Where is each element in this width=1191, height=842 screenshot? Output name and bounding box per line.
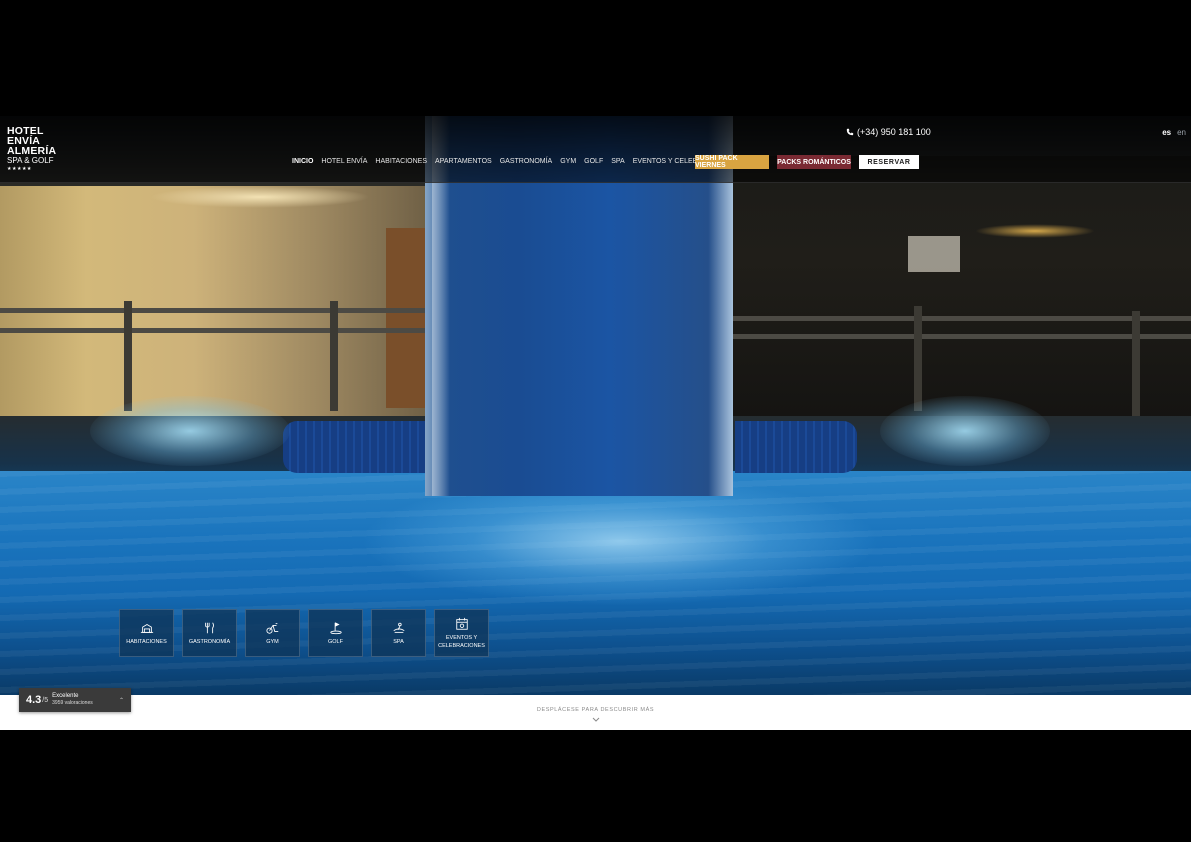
chevron-down-icon[interactable] bbox=[592, 717, 600, 723]
hero-wall-light bbox=[975, 224, 1095, 238]
hero-wall-right bbox=[725, 156, 1191, 416]
site-header: HOTEL ENVÍA ALMERÍA SPA & GOLF ★★★★★ (+3… bbox=[0, 116, 1191, 183]
language-switcher: es en bbox=[1162, 128, 1186, 137]
hero-fountain-base-left bbox=[283, 421, 433, 473]
hero-railing-left-bottom bbox=[0, 328, 428, 333]
hero-wall-sign bbox=[908, 236, 960, 272]
tile-golf[interactable]: GOLF bbox=[308, 609, 363, 657]
tile-label: EVENTOS Y CELEBRACIONES bbox=[438, 634, 485, 649]
tile-label: SPA bbox=[393, 638, 404, 645]
hero-railing-post bbox=[330, 301, 338, 411]
lang-en[interactable]: en bbox=[1177, 128, 1186, 137]
scroll-hint-text: DESPLÁCESE PARA DESCUBRIR MÁS bbox=[536, 707, 655, 713]
phone-icon bbox=[846, 128, 854, 136]
tile-label: GASTRONOMÍA bbox=[188, 638, 231, 645]
logo-line-spa-golf: SPA & GOLF bbox=[7, 156, 54, 165]
logo-stars: ★★★★★ bbox=[7, 166, 32, 172]
hero-wall-left bbox=[0, 186, 430, 416]
rating-texts: Excelente 3959 valoraciones bbox=[52, 693, 93, 707]
chevron-up-icon[interactable]: ⌃ bbox=[119, 697, 124, 704]
lang-es[interactable]: es bbox=[1162, 128, 1171, 137]
nav-item-golf[interactable]: GOLF bbox=[584, 158, 603, 165]
hero-door bbox=[386, 228, 426, 408]
calendar-icon bbox=[455, 617, 468, 630]
nav-item-gym[interactable]: GYM bbox=[560, 158, 576, 165]
phone-link[interactable]: (+34) 950 181 100 bbox=[846, 127, 931, 137]
hero-railing-right-bottom bbox=[733, 334, 1191, 339]
phone-number: (+34) 950 181 100 bbox=[857, 127, 931, 137]
main-nav: INICIO HOTEL ENVÍA HABITACIONES APARTAME… bbox=[292, 158, 734, 165]
nav-item-gastronomia[interactable]: GASTRONOMÍA bbox=[500, 158, 553, 165]
packs-romanticos-button[interactable]: PACKS ROMÁNTICOS bbox=[777, 155, 851, 169]
nav-item-habitaciones[interactable]: HABITACIONES bbox=[375, 158, 427, 165]
exercise-bike-icon bbox=[265, 622, 278, 634]
nav-item-spa[interactable]: SPA bbox=[611, 158, 625, 165]
hero-railing-right-top bbox=[733, 316, 1191, 321]
fork-knife-icon bbox=[204, 622, 214, 633]
tile-label: GOLF bbox=[328, 638, 343, 645]
hotel-bed-icon bbox=[140, 623, 153, 633]
golf-flag-icon bbox=[329, 621, 342, 634]
nav-item-apartamentos[interactable]: APARTAMENTOS bbox=[435, 158, 492, 165]
tile-gym[interactable]: GYM bbox=[245, 609, 300, 657]
hero-ceiling-light bbox=[150, 186, 370, 208]
rating-score: 4.3 bbox=[26, 694, 42, 706]
hero-railing-post bbox=[914, 306, 922, 411]
tile-habitaciones[interactable]: HABITACIONES bbox=[119, 609, 174, 657]
rating-widget[interactable]: 4.3 /5 Excelente 3959 valoraciones ⌃ bbox=[19, 688, 131, 712]
category-tiles: HABITACIONES GASTRONOMÍA GYM GOLF SPA EV… bbox=[119, 609, 489, 657]
rating-count: 3959 valoraciones bbox=[52, 700, 93, 706]
tile-label: HABITACIONES bbox=[126, 638, 167, 645]
hero-railing-left-top bbox=[0, 308, 428, 313]
hero-railing-post bbox=[1132, 311, 1140, 416]
logo-line-almeria: ALMERÍA bbox=[7, 145, 57, 157]
page-frame: HOTEL ENVÍA ALMERÍA SPA & GOLF ★★★★★ (+3… bbox=[0, 116, 1191, 730]
hero-railing-post bbox=[124, 301, 132, 411]
hotel-logo[interactable]: HOTEL ENVÍA ALMERÍA SPA & GOLF ★★★★★ bbox=[7, 126, 67, 172]
rating-scale: /5 bbox=[42, 696, 49, 704]
hero-splash-left bbox=[90, 396, 290, 466]
tile-label: GYM bbox=[266, 638, 279, 645]
nav-item-hotel-envia[interactable]: HOTEL ENVÍA bbox=[321, 158, 367, 165]
hero-splash-right bbox=[880, 396, 1050, 466]
tile-eventos[interactable]: EVENTOS Y CELEBRACIONES bbox=[434, 609, 489, 657]
spa-icon bbox=[393, 622, 404, 633]
sushi-pack-button[interactable]: SUSHI PACK VIERNES bbox=[695, 155, 769, 169]
rating-label: Excelente bbox=[52, 693, 79, 699]
tile-spa[interactable]: SPA bbox=[371, 609, 426, 657]
nav-item-inicio[interactable]: INICIO bbox=[292, 158, 313, 165]
tile-gastronomia[interactable]: GASTRONOMÍA bbox=[182, 609, 237, 657]
reservar-button[interactable]: RESERVAR bbox=[859, 155, 919, 169]
scroll-hint-bar: DESPLÁCESE PARA DESCUBRIR MÁS bbox=[0, 695, 1191, 730]
hero-fountain-base-right bbox=[735, 421, 857, 473]
